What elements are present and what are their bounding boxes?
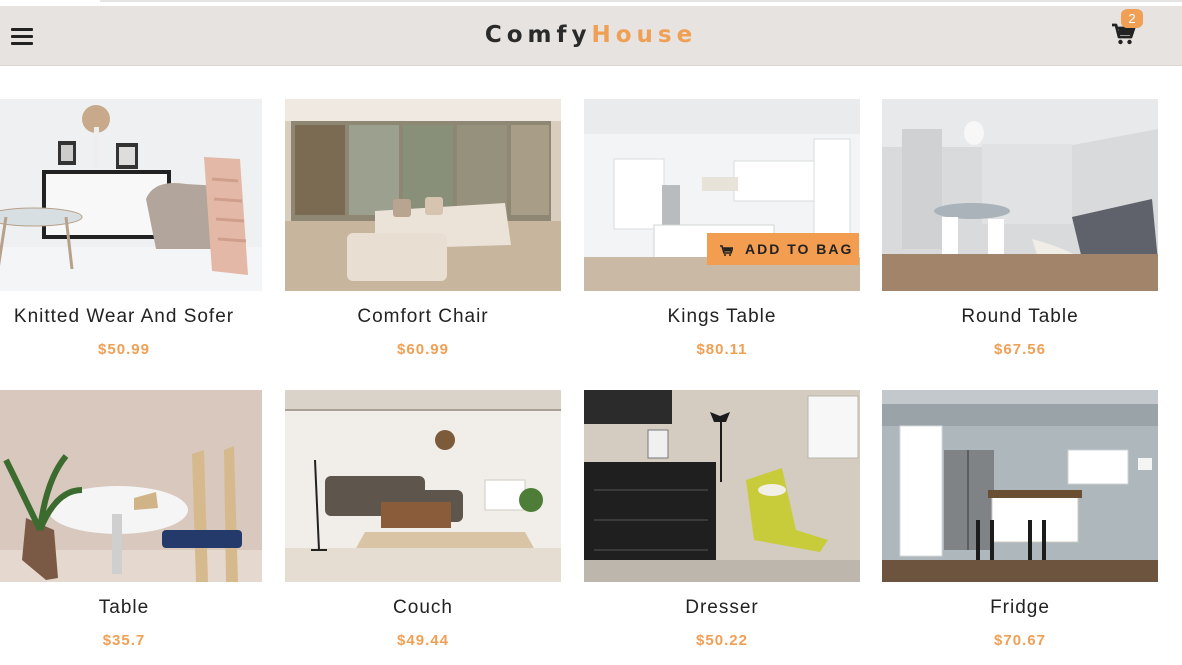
- logo-text-primary: Comfy: [484, 22, 592, 48]
- product-image[interactable]: [882, 390, 1158, 582]
- cart-icon: [720, 244, 733, 256]
- product-image[interactable]: [584, 390, 860, 582]
- product-price: $50.99: [98, 341, 150, 358]
- navbar: ComfyHouse: [0, 6, 1182, 66]
- product-image[interactable]: [285, 390, 561, 582]
- product-price: $67.56: [994, 341, 1046, 358]
- product-name: Fridge: [990, 597, 1050, 618]
- product-card: Round Table $67.56: [882, 99, 1158, 358]
- site-logo[interactable]: ComfyHouse: [0, 20, 1182, 50]
- product-price: $80.11: [696, 341, 748, 358]
- product-name: Table: [98, 597, 150, 618]
- product-card: ADD TO BAG Kings Table $80.11: [584, 99, 860, 358]
- product-card: Dresser $50.22: [584, 390, 860, 649]
- product-name: Couch: [393, 597, 453, 618]
- product-image[interactable]: [0, 99, 262, 291]
- product-image[interactable]: [882, 99, 1158, 291]
- top-divider: [100, 0, 1182, 2]
- product-name: Dresser: [685, 597, 759, 618]
- logo-text-accent: House: [591, 22, 698, 48]
- product-image[interactable]: ADD TO BAG: [584, 99, 860, 291]
- top-browser-strip: [0, 0, 1182, 5]
- add-to-bag-button[interactable]: ADD TO BAG: [707, 233, 859, 265]
- product-card: Knitted Wear And Sofer $50.99: [0, 99, 262, 358]
- product-name: Knitted Wear And Sofer: [13, 306, 235, 327]
- product-price: $70.67: [994, 632, 1046, 649]
- product-price: $49.44: [397, 632, 449, 649]
- product-price: $50.22: [696, 632, 748, 649]
- product-price: $35.7: [102, 632, 146, 649]
- product-card: Fridge $70.67: [882, 390, 1158, 649]
- product-name: Round Table: [961, 306, 1079, 327]
- product-card: Couch $49.44: [285, 390, 561, 649]
- product-price: $60.99: [397, 341, 449, 358]
- product-image[interactable]: [285, 99, 561, 291]
- product-card: Comfort Chair $60.99: [285, 99, 561, 358]
- product-card: Table $35.7: [0, 390, 262, 649]
- product-image[interactable]: [0, 390, 262, 582]
- product-name: Kings Table: [667, 306, 777, 327]
- add-to-bag-label: ADD TO BAG: [745, 241, 854, 257]
- cart-count-badge: 2: [1121, 9, 1143, 28]
- product-name: Comfort Chair: [357, 306, 489, 327]
